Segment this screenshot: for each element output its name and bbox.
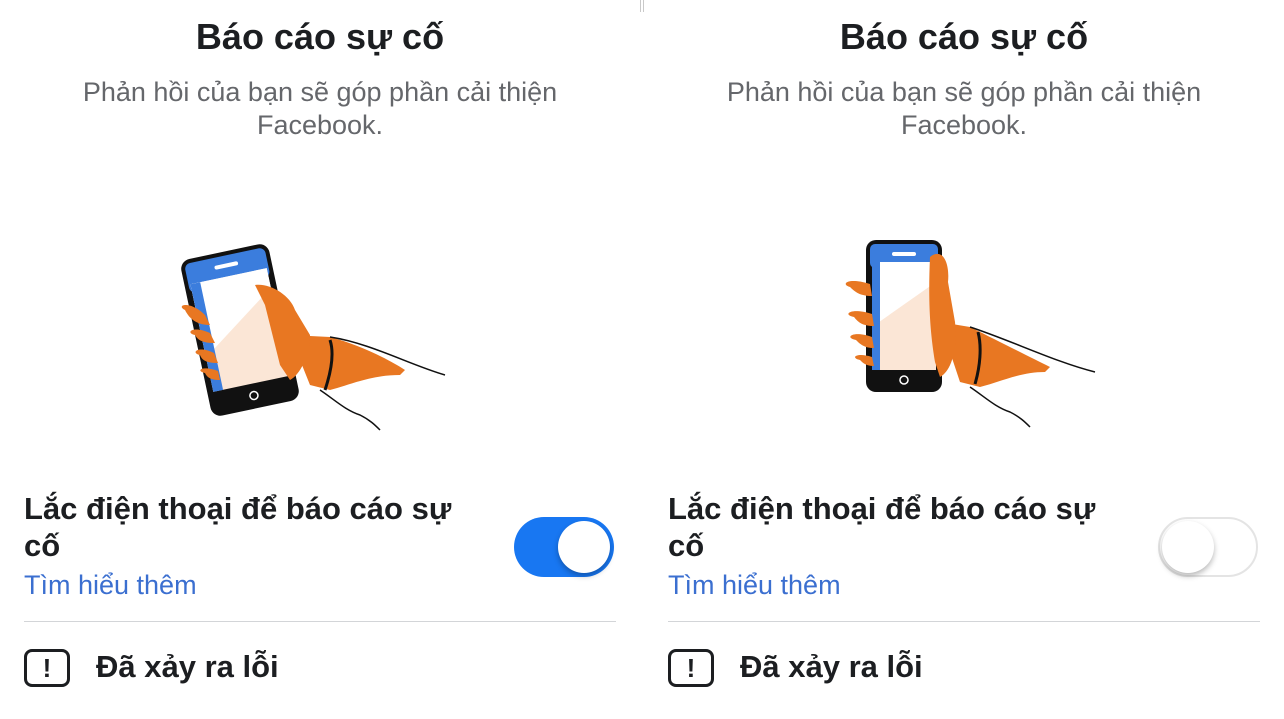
shake-to-report-toggle[interactable] xyxy=(514,517,614,577)
divider xyxy=(24,621,616,622)
page-subtitle: Phản hồi của bạn sẽ góp phần cải thiện F… xyxy=(726,77,1202,140)
learn-more-link[interactable]: Tìm hiểu thêm xyxy=(668,570,841,601)
shake-to-report-label: Lắc điện thoại để báo cáo sự cố xyxy=(24,491,452,563)
shake-to-report-toggle[interactable] xyxy=(1158,517,1258,577)
report-panel-left: Báo cáo sự cố Phản hồi của bạn sẽ góp ph… xyxy=(0,0,640,719)
page-title: Báo cáo sự cố xyxy=(195,16,445,57)
error-icon: ! xyxy=(668,649,714,687)
report-panel-right: Báo cáo sự cố Phản hồi của bạn sẽ góp ph… xyxy=(644,0,1284,719)
phone-shake-illustration xyxy=(845,240,1096,428)
phone-shake-illustration xyxy=(181,244,446,431)
page-subtitle: Phản hồi của bạn sẽ góp phần cải thiện F… xyxy=(82,77,558,140)
error-icon: ! xyxy=(24,649,70,687)
toggle-knob xyxy=(558,521,610,573)
error-row[interactable]: ! Đã xảy ra lỗi xyxy=(24,645,616,695)
shake-to-report-label: Lắc điện thoại để báo cáo sự cố xyxy=(668,491,1096,563)
error-text: Đã xảy ra lỗi xyxy=(740,649,923,684)
error-text: Đã xảy ra lỗi xyxy=(96,649,279,684)
error-row[interactable]: ! Đã xảy ra lỗi xyxy=(668,645,1260,695)
page-title: Báo cáo sự cố xyxy=(839,16,1089,57)
learn-more-link[interactable]: Tìm hiểu thêm xyxy=(24,570,197,601)
divider xyxy=(668,621,1260,622)
toggle-knob xyxy=(1162,521,1214,573)
